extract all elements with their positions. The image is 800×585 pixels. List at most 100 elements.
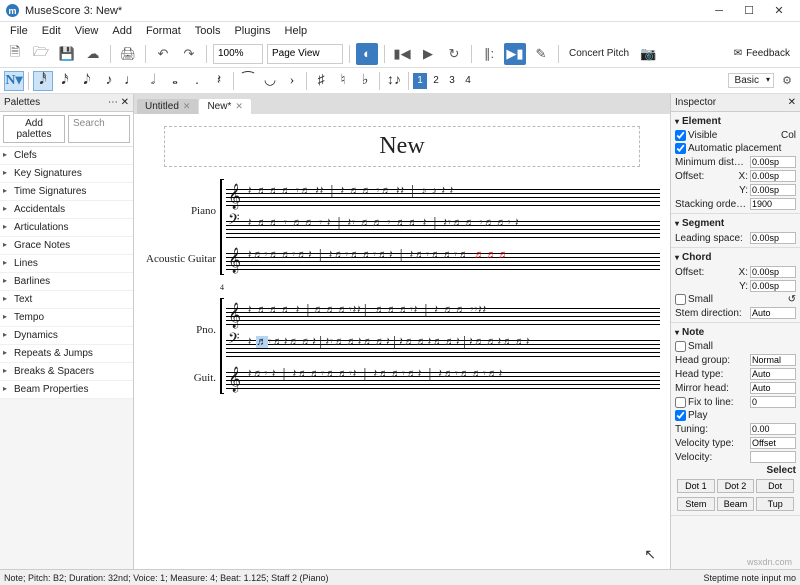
dot1-button[interactable]: Dot 1 xyxy=(677,479,715,493)
camera-icon[interactable]: 📷 xyxy=(637,43,659,65)
minimize-button[interactable]: ─ xyxy=(704,1,734,21)
palette-beam-properties[interactable]: Beam Properties xyxy=(0,381,133,399)
section-segment[interactable]: Segment xyxy=(675,216,796,231)
rest-icon[interactable]: 𝄽 xyxy=(209,71,229,91)
workspace-select[interactable]: Basic xyxy=(728,73,774,88)
staff[interactable]: 𝄞 𝄽 ♬♬♬ 𝄾♬ 𝄽𝄽 │ 𝄽 ♬♬ 𝄾♬ 𝄽𝄽 │ ♪ ♪ 𝄽 𝄽 xyxy=(226,181,660,211)
redo-icon[interactable]: ↷ xyxy=(178,43,200,65)
feedback-button[interactable]: ✉ Feedback xyxy=(728,48,796,59)
note-small-checkbox[interactable] xyxy=(675,341,686,352)
menu-help[interactable]: Help xyxy=(279,24,314,38)
leading-input[interactable] xyxy=(750,232,796,244)
loop-icon[interactable]: ↻ xyxy=(443,43,465,65)
voice-1[interactable]: 1 xyxy=(413,73,427,89)
stack-input[interactable] xyxy=(750,198,796,210)
score-canvas[interactable]: New Piano Acoustic Guitar 𝄞 𝄽 ♬♬♬ 𝄾♬ 𝄽𝄽 … xyxy=(134,114,670,569)
palette-clefs[interactable]: Clefs xyxy=(0,147,133,165)
section-note[interactable]: Note xyxy=(675,325,796,340)
chord-small-checkbox[interactable] xyxy=(675,294,686,305)
staff[interactable]: 𝄞 𝄽♬𝄾♬♬𝄾♬𝄽 │ 𝄽♬𝄾♬♬𝄾♬𝄽 │ 𝄽♬𝄾♬♬𝄾♬ ♬♬♬ xyxy=(226,245,660,275)
print-icon[interactable]: 🖨 xyxy=(117,43,139,65)
tab-close-icon[interactable]: ✕ xyxy=(235,101,243,112)
rewind-icon[interactable]: ▮◀ xyxy=(391,43,413,65)
menu-add[interactable]: Add xyxy=(106,24,138,38)
palette-breaks-spacers[interactable]: Breaks & Spacers xyxy=(0,363,133,381)
palette-barlines[interactable]: Barlines xyxy=(0,273,133,291)
chord-x-input[interactable] xyxy=(750,266,796,278)
fix-input[interactable] xyxy=(750,396,796,408)
dot-icon[interactable]: . xyxy=(187,71,207,91)
slur-icon[interactable]: ◡ xyxy=(260,71,280,91)
repeat-icon[interactable]: ∥: xyxy=(478,43,500,65)
beam-button[interactable]: Beam xyxy=(717,497,755,511)
duration-quarter-icon[interactable]: ♩ xyxy=(121,71,141,91)
offset-y-input[interactable] xyxy=(750,184,796,196)
palette-text[interactable]: Text xyxy=(0,291,133,309)
menu-edit[interactable]: Edit xyxy=(36,24,67,38)
metronome-icon[interactable]: ◐ xyxy=(356,43,378,65)
new-file-icon[interactable]: 🗎 xyxy=(4,43,26,65)
note-input-mode-icon[interactable]: N▾ xyxy=(4,71,24,91)
palette-tempo[interactable]: Tempo xyxy=(0,309,133,327)
countin-icon[interactable]: ✎ xyxy=(530,43,552,65)
color-label[interactable]: Col xyxy=(781,130,796,141)
staff[interactable]: 𝄞 𝄽 ♬♬♬ 𝄽 │♬♬♬𝄾𝄽𝄽│ ♬♬♬𝄾𝄽 │ 𝄽 ♬♬ 𝄾𝄾𝄽𝄽 xyxy=(226,300,660,330)
staff[interactable]: 𝄢 𝄽 ♬♬ 𝄾 ♬♬ 𝄾 𝄽 │ 𝄽𝄾 ♬♬ 𝄾 ♬♬ 𝄽 │ 𝄽𝄾♬♬ 𝄾♬… xyxy=(226,213,660,243)
palette-search-input[interactable]: Search xyxy=(68,115,130,143)
score-title-frame[interactable]: New xyxy=(164,126,640,167)
panel-close-icon[interactable]: ✕ xyxy=(788,97,796,108)
tab-new[interactable]: New*✕ xyxy=(199,99,250,114)
visible-checkbox[interactable] xyxy=(675,130,686,141)
palette-lines[interactable]: Lines xyxy=(0,255,133,273)
marcato-icon[interactable]: › xyxy=(282,71,302,91)
autoplace-checkbox[interactable] xyxy=(675,143,686,154)
palette-time-signatures[interactable]: Time Signatures xyxy=(0,183,133,201)
sharp-icon[interactable]: ♯ xyxy=(311,71,331,91)
voice-2[interactable]: 2 xyxy=(429,73,443,89)
concert-pitch-button[interactable]: Concert Pitch xyxy=(565,46,633,61)
natural-icon[interactable]: ♮ xyxy=(333,71,353,91)
duration-half-icon[interactable]: 𝅗𝅥 xyxy=(143,71,163,91)
duration-16th-icon[interactable]: 𝅘𝅥𝅮 xyxy=(77,71,97,91)
menu-file[interactable]: File xyxy=(4,24,34,38)
headtype-select[interactable] xyxy=(750,368,796,380)
viewmode-select[interactable] xyxy=(267,44,343,64)
flat-icon[interactable]: ♭ xyxy=(355,71,375,91)
menu-view[interactable]: View xyxy=(69,24,105,38)
tie-icon[interactable]: ⁀ xyxy=(238,71,258,91)
mindist-input[interactable] xyxy=(750,156,796,168)
palette-key-signatures[interactable]: Key Signatures xyxy=(0,165,133,183)
panel-close-icon[interactable]: ⋯ ✕ xyxy=(108,97,129,108)
section-chord[interactable]: Chord xyxy=(675,250,796,265)
reset-icon[interactable]: ↺ xyxy=(788,294,796,305)
tuplet-button[interactable]: Tup xyxy=(756,497,794,511)
headgroup-select[interactable] xyxy=(750,354,796,366)
tab-close-icon[interactable]: ✕ xyxy=(183,101,191,112)
palette-articulations[interactable]: Articulations xyxy=(0,219,133,237)
duration-32nd-icon[interactable]: 𝅘𝅥𝅯 xyxy=(55,71,75,91)
undo-icon[interactable]: ↶ xyxy=(152,43,174,65)
palette-dynamics[interactable]: Dynamics xyxy=(0,327,133,345)
voice-4[interactable]: 4 xyxy=(461,73,475,89)
dot2-button[interactable]: Dot 2 xyxy=(717,479,755,493)
play-checkbox[interactable] xyxy=(675,410,686,421)
save-file-icon[interactable]: 💾 xyxy=(56,43,78,65)
flip-icon[interactable]: ↕♪ xyxy=(384,71,404,91)
open-file-icon[interactable]: 🗁 xyxy=(30,43,52,65)
staff[interactable]: 𝄞 𝄽♬𝄾 𝄽 │ 𝄽♬♬𝄾♬♬𝄾𝄽 │ 𝄽♬♬𝄾♬𝄽 │ 𝄽♬𝄾♬♬𝄾♬𝄽 xyxy=(226,364,660,394)
velocity-input[interactable] xyxy=(750,451,796,463)
tab-untitled[interactable]: Untitled✕ xyxy=(137,99,198,114)
duration-64th-icon[interactable]: 𝅘𝅥𝅰 xyxy=(33,71,53,91)
menu-plugins[interactable]: Plugins xyxy=(228,24,276,38)
pan-icon[interactable]: ▶▮ xyxy=(504,43,526,65)
play-icon[interactable]: ▶ xyxy=(417,43,439,65)
maximize-button[interactable]: ☐ xyxy=(734,1,764,21)
stem-button[interactable]: Stem xyxy=(677,497,715,511)
veltype-select[interactable] xyxy=(750,437,796,449)
palette-grace-notes[interactable]: Grace Notes xyxy=(0,237,133,255)
duration-8th-icon[interactable]: ♪ xyxy=(99,71,119,91)
tuning-input[interactable] xyxy=(750,423,796,435)
mirror-select[interactable] xyxy=(750,382,796,394)
cloud-icon[interactable]: ☁ xyxy=(82,43,104,65)
chord-y-input[interactable] xyxy=(750,280,796,292)
